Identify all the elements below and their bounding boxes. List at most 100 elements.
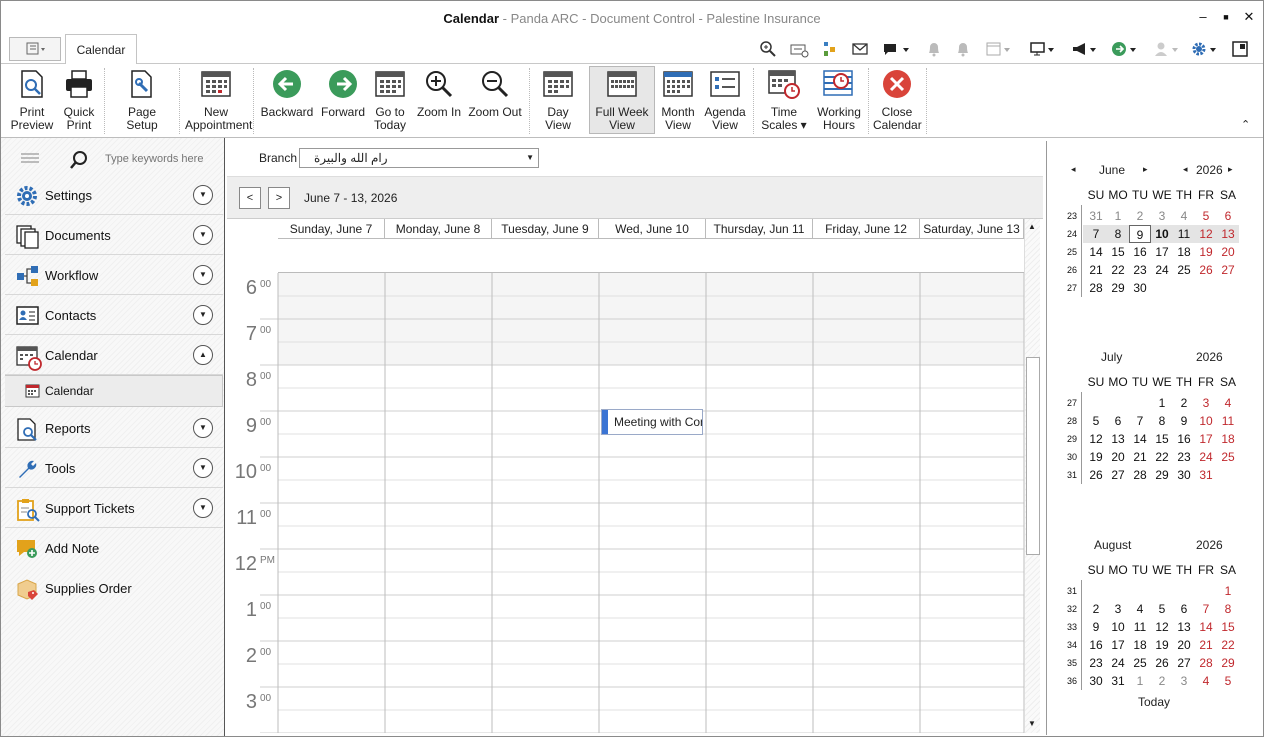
page-setup-button[interactable]: Page Setup xyxy=(111,67,173,135)
quick-print-button[interactable]: Quick Print xyxy=(59,67,99,135)
calendar-day[interactable]: 4 xyxy=(1129,600,1151,618)
calendar-day[interactable]: 10 xyxy=(1195,412,1217,430)
calendar-day[interactable]: 23 xyxy=(1129,261,1151,279)
calendar-day[interactable]: 30 xyxy=(1085,672,1107,690)
next-year-icon[interactable]: ▸ xyxy=(1228,164,1233,175)
agenda-view-button[interactable]: Agenda View xyxy=(703,67,747,135)
app-menu-button[interactable] xyxy=(9,37,61,61)
calendar-day[interactable]: 20 xyxy=(1217,243,1239,261)
calendar-day[interactable]: 2 xyxy=(1173,394,1195,412)
week-number[interactable]: 25 xyxy=(1063,247,1077,257)
calendar-day[interactable]: 9 xyxy=(1085,618,1107,636)
calendar-day[interactable]: 27 xyxy=(1173,654,1195,672)
calendar-day[interactable]: 24 xyxy=(1195,448,1217,466)
calendar-day[interactable]: 14 xyxy=(1085,243,1107,261)
calendar-day[interactable]: 19 xyxy=(1151,636,1173,654)
calendar-day[interactable]: 23 xyxy=(1173,448,1195,466)
sidebar-subitem-calendar[interactable]: Calendar xyxy=(5,375,223,407)
backward-button[interactable]: Backward xyxy=(259,67,315,135)
column-header-thursday[interactable]: Thursday, Jun 11 xyxy=(706,219,813,239)
bell-alert-icon[interactable] xyxy=(955,40,971,58)
mail-icon[interactable] xyxy=(851,40,869,58)
calendar-day[interactable]: 26 xyxy=(1195,261,1217,279)
scrollbar-thumb[interactable] xyxy=(1026,357,1040,555)
chevron-down-icon[interactable]: ▼ xyxy=(193,185,213,205)
full-week-view-button[interactable]: Full Week View xyxy=(589,66,655,134)
sidebar-search-input[interactable] xyxy=(105,150,217,168)
chevron-down-icon[interactable]: ▼ xyxy=(193,225,213,245)
calendar-day[interactable]: 8 xyxy=(1107,225,1129,243)
monitor-dropdown-icon[interactable] xyxy=(1029,40,1057,58)
calendar-day[interactable]: 13 xyxy=(1217,225,1239,243)
week-number[interactable]: 24 xyxy=(1063,229,1077,239)
calendar-day[interactable]: 20 xyxy=(1107,448,1129,466)
hamburger-icon[interactable] xyxy=(21,152,39,167)
maximize-button[interactable]: ■ xyxy=(1218,9,1234,25)
calendar-day[interactable]: 30 xyxy=(1129,279,1151,297)
week-number[interactable]: 35 xyxy=(1063,658,1077,668)
calendar-day[interactable]: 6 xyxy=(1217,207,1239,225)
calendar-day[interactable]: 5 xyxy=(1195,207,1217,225)
zoom-in-button[interactable]: Zoom In xyxy=(415,67,463,135)
calendar-day[interactable]: 1 xyxy=(1129,672,1151,690)
calendar-day[interactable]: 28 xyxy=(1129,466,1151,484)
calendar-day[interactable]: 5 xyxy=(1151,600,1173,618)
calendar-day[interactable]: 16 xyxy=(1173,430,1195,448)
scroll-up-icon[interactable]: ▲ xyxy=(1028,222,1036,231)
calendar-day[interactable]: 19 xyxy=(1085,448,1107,466)
week-number[interactable]: 27 xyxy=(1063,283,1077,293)
sidebar-item-documents[interactable]: Documents ▼ xyxy=(5,215,223,255)
calendar-day[interactable]: 23 xyxy=(1085,654,1107,672)
calendar-day[interactable]: 22 xyxy=(1107,261,1129,279)
tab-calendar[interactable]: Calendar xyxy=(65,34,137,65)
calendar-day[interactable]: 18 xyxy=(1129,636,1151,654)
calendar-day[interactable]: 18 xyxy=(1173,243,1195,261)
search-icon[interactable] xyxy=(69,150,89,173)
calendar-day[interactable]: 31 xyxy=(1085,207,1107,225)
close-window-button[interactable]: ✕ xyxy=(1241,9,1257,25)
calendar-day[interactable]: 10 xyxy=(1107,618,1129,636)
week-number[interactable]: 29 xyxy=(1063,434,1077,444)
sidebar-item-calendar[interactable]: Calendar ▲ xyxy=(5,335,223,375)
time-scales-button[interactable]: Time Scales ▾ xyxy=(759,67,809,135)
working-hours-button[interactable]: Working Hours xyxy=(815,67,863,135)
chat-dropdown-icon[interactable] xyxy=(881,40,911,58)
week-number[interactable]: 36 xyxy=(1063,676,1077,686)
week-number[interactable]: 31 xyxy=(1063,586,1077,596)
calendar-day[interactable]: 27 xyxy=(1217,261,1239,279)
week-number[interactable]: 34 xyxy=(1063,640,1077,650)
calendar-day[interactable]: 1 xyxy=(1107,207,1129,225)
calendar-day[interactable]: 28 xyxy=(1195,654,1217,672)
today-button[interactable]: Today xyxy=(1138,695,1170,709)
zoom-out-button[interactable]: Zoom Out xyxy=(467,67,523,135)
calendar-day[interactable]: 16 xyxy=(1129,243,1151,261)
calendar-day[interactable]: 27 xyxy=(1107,466,1129,484)
calendar-day[interactable]: 7 xyxy=(1085,225,1107,243)
calendar-day[interactable]: 15 xyxy=(1151,430,1173,448)
calendar-day[interactable]: 4 xyxy=(1217,394,1239,412)
calendar-day[interactable]: 17 xyxy=(1151,243,1173,261)
week-number[interactable]: 30 xyxy=(1063,452,1077,462)
calendar-day[interactable]: 12 xyxy=(1151,618,1173,636)
go-to-today-button[interactable]: Go to Today xyxy=(369,67,411,135)
calendar-day[interactable]: 21 xyxy=(1195,636,1217,654)
calendar-day[interactable]: 7 xyxy=(1129,412,1151,430)
calendar-day[interactable]: 9 xyxy=(1173,412,1195,430)
calendar-day[interactable]: 25 xyxy=(1129,654,1151,672)
calendar-day[interactable]: 3 xyxy=(1195,394,1217,412)
calendar-day[interactable]: 12 xyxy=(1195,225,1217,243)
calendar-day[interactable]: 9 xyxy=(1129,225,1151,243)
calendar-day[interactable]: 29 xyxy=(1107,279,1129,297)
calendar-day[interactable]: 13 xyxy=(1173,618,1195,636)
calendar-day[interactable]: 7 xyxy=(1195,600,1217,618)
collapse-ribbon-icon[interactable]: ⌃ xyxy=(1241,118,1250,131)
calendar-day[interactable]: 6 xyxy=(1107,412,1129,430)
sidebar-item-supplies-order[interactable]: Supplies Order xyxy=(5,568,223,608)
calendar-day[interactable]: 17 xyxy=(1195,430,1217,448)
calendar-day[interactable]: 11 xyxy=(1173,225,1195,243)
calendar-day[interactable]: 3 xyxy=(1151,207,1173,225)
calendar-day[interactable]: 17 xyxy=(1107,636,1129,654)
next-month-icon[interactable]: ▸ xyxy=(1143,164,1148,175)
week-number[interactable]: 26 xyxy=(1063,265,1077,275)
prev-year-icon[interactable]: ◂ xyxy=(1183,164,1188,175)
